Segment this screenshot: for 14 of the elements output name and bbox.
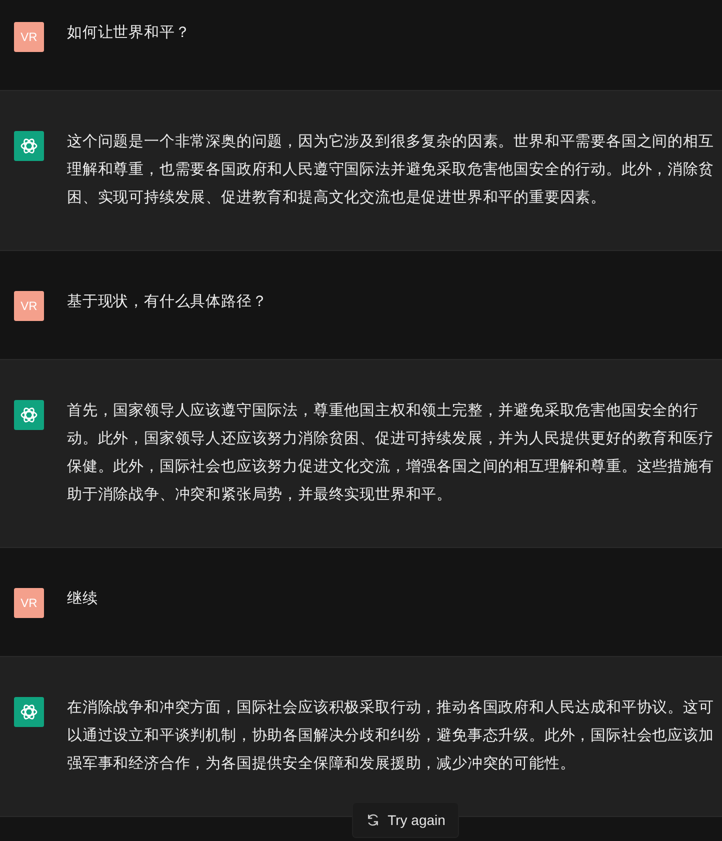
chatbot-logo-icon: [19, 136, 39, 156]
assistant-message: 首先，国家领导人应该遵守国际法，尊重他国主权和领土完整，并避免采取危害他国安全的行动。此外，国家领导人还应该努力消除贫困、促进可持续发展，并为人民提供更好的教育和医疗保健。此外，国际社会也应该努力促进文化交流，增强各国之间的相互理解和尊重。这些措施有助于消除战争、冲突和紧张局势，并最终实现世界和平。: [67, 401, 715, 505]
chatbot-logo-icon: [19, 405, 39, 425]
user-message: 如何让世界和平？: [67, 23, 192, 43]
user-avatar: VR: [14, 291, 44, 321]
user-avatar: VR: [14, 22, 44, 52]
refresh-icon: [366, 813, 380, 827]
assistant-message: 这个问题是一个非常深奥的问题，因为它涉及到很多复杂的因素。世界和平需要各国之间的相互理解和尊重，也需要各国政府和人民遵守国际法并避免采取危害他国安全的行动。此外，消除贫困、实现可持续发展、促进教育和提高文化交流也是促进世界和平的重要因素。: [67, 132, 715, 208]
assistant-message: 在消除战争和冲突方面，国际社会应该积极采取行动，推动各国政府和人民达成和平协议。这可以通过设立和平谈判机制，协助各国解决分歧和纠纷，避免事态升级。此外，国际社会也应该加强军事和经济合作，为各国提供安全保障和发展援助，减少冲突的可能性。: [67, 698, 715, 774]
user-message: 基于现状，有什么具体路径？: [67, 292, 268, 312]
user-avatar: VR: [14, 588, 44, 618]
chatbot-logo-icon: [19, 702, 39, 722]
user-message: 继续: [67, 589, 99, 609]
try-again-button[interactable]: Try again: [352, 802, 459, 838]
